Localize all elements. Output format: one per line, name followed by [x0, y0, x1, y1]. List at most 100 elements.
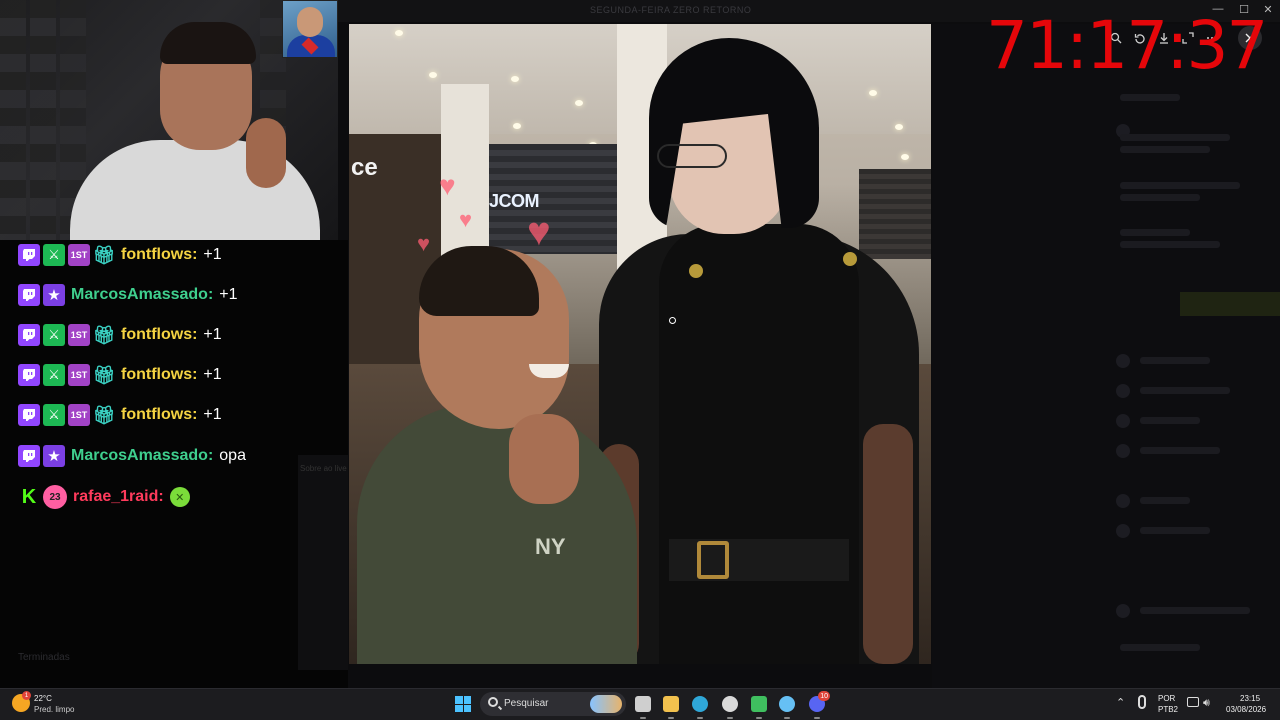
gift-badge-icon: 🎁︎: [92, 244, 116, 265]
task-view-icon: [635, 696, 651, 712]
sword-badge-icon: ⚔: [43, 324, 65, 346]
viewer-image[interactable]: ce JCOM ♥ ♥ ♥ ♥ NY: [349, 24, 931, 664]
microphone-icon[interactable]: [1138, 695, 1146, 709]
app-green-taskbar-button[interactable]: [748, 693, 770, 719]
webcam-person-hair: [160, 22, 256, 64]
keyboard-layout-indicator[interactable]: PTB2: [1158, 705, 1178, 714]
obs-icon: [722, 696, 738, 712]
running-indicator: [727, 717, 733, 719]
running-indicator: [640, 717, 646, 719]
weather-description[interactable]: Pred. limpo: [34, 705, 74, 714]
store-sign-left: ce: [351, 154, 378, 181]
network-icon[interactable]: [1187, 697, 1199, 707]
sword-badge-icon: ⚔: [43, 364, 65, 386]
running-indicator: [784, 717, 790, 719]
chat-message: ⚔ 1ST 🎁︎ fontflows: +1: [18, 322, 222, 348]
subscriber-badge-icon: 23: [43, 485, 67, 509]
chat-message: ⚔ 1ST 🎁︎ fontflows: +1: [18, 242, 222, 268]
chat-username[interactable]: fontflows:: [121, 246, 197, 264]
stream-timer: 71:17:37: [986, 7, 1268, 84]
file-explorer-taskbar-button[interactable]: [660, 693, 682, 719]
webcam-person-hand: [246, 118, 286, 188]
star-badge-icon: ★: [43, 284, 65, 306]
notification-badge: 10: [818, 691, 830, 701]
twitch-icon: [18, 284, 40, 306]
chat-message-text: +1: [203, 406, 222, 423]
store-sign-mid: JCOM: [489, 191, 540, 211]
background-bottom-label: Terminadas: [18, 652, 70, 663]
chat-message: K 23 rafae_1raid: ✕: [18, 484, 190, 510]
running-indicator: [814, 717, 820, 719]
first-badge-icon: 1ST: [68, 364, 90, 386]
chat-username[interactable]: rafae_1raid:: [73, 488, 164, 506]
language-indicator[interactable]: POR: [1158, 694, 1175, 703]
search-placeholder: Pesquisar: [504, 698, 549, 709]
edge-taskbar-button[interactable]: [689, 693, 711, 719]
nauseated-face-emote: ✕: [169, 487, 190, 507]
search-icon: [488, 697, 498, 707]
heart-icon: ♥: [527, 210, 551, 254]
webcam-feed: [0, 0, 338, 240]
first-badge-icon: 1ST: [68, 324, 90, 346]
steam-icon: [779, 696, 795, 712]
twitch-icon: [18, 404, 40, 426]
webcam-thumbnail: [282, 0, 338, 58]
chat-username[interactable]: fontflows:: [121, 406, 197, 424]
chat-message-text: +1: [219, 286, 238, 303]
heart-icon: ♥: [439, 170, 456, 201]
mouse-cursor: [669, 317, 676, 324]
weather-notification-badge: 1: [22, 691, 31, 700]
shirt-logo: NY: [535, 534, 566, 559]
gift-badge-icon: 🎁︎: [92, 324, 116, 345]
twitch-icon: [18, 364, 40, 386]
steam-taskbar-button[interactable]: [776, 693, 798, 719]
chat-username[interactable]: fontflows:: [121, 366, 197, 384]
star-badge-icon: ★: [43, 445, 65, 467]
twitch-icon: [18, 445, 40, 467]
background-ghost-text: Sobre ao live: [300, 464, 347, 473]
running-indicator: [697, 717, 703, 719]
chat-message-text: +1: [203, 366, 222, 383]
background-title: SEGUNDA-FEIRA ZERO RETORNO: [590, 5, 752, 15]
twitch-icon: [18, 244, 40, 266]
start-button[interactable]: [455, 696, 471, 712]
taskbar-search[interactable]: Pesquisar: [480, 692, 626, 716]
chat-message-text: +1: [203, 326, 222, 343]
running-indicator: [668, 717, 674, 719]
edge-icon: [692, 696, 708, 712]
search-highlight-icon: [590, 695, 622, 713]
background-ghost-panel: [298, 455, 348, 670]
chat-username[interactable]: fontflows:: [121, 326, 197, 344]
chat-message-text: +1: [203, 246, 222, 263]
running-indicator: [756, 717, 762, 719]
heart-icon: ♥: [459, 207, 473, 232]
weather-temperature[interactable]: 22°C: [34, 694, 52, 703]
sword-badge-icon: ⚔: [43, 404, 65, 426]
chat-message: ★ MarcosAmassado: +1: [18, 282, 238, 308]
background-banner: [1180, 292, 1280, 316]
background-right-panel: [932, 24, 1280, 688]
chat-username[interactable]: MarcosAmassado:: [71, 447, 213, 465]
clock-date[interactable]: 03/08/2026: [1226, 705, 1266, 714]
first-badge-icon: 1ST: [68, 404, 90, 426]
clock-time[interactable]: 23:15: [1240, 694, 1260, 703]
chat-message-text: opa: [219, 447, 246, 464]
tray-overflow-chevron-icon[interactable]: ⌃: [1116, 696, 1125, 709]
sword-badge-icon: ⚔: [43, 244, 65, 266]
heart-icon: ♥: [417, 231, 431, 256]
twitch-icon: [18, 324, 40, 346]
file-explorer-icon: [663, 696, 679, 712]
gift-badge-icon: 🎁︎: [92, 404, 116, 425]
chat-message: ★ MarcosAmassado: opa: [18, 443, 246, 469]
kick-icon: K: [21, 485, 37, 508]
chat-message: ⚔ 1ST 🎁︎ fontflows: +1: [18, 402, 222, 428]
chat-username[interactable]: MarcosAmassado:: [71, 286, 213, 304]
discord-taskbar-button[interactable]: 10: [806, 691, 830, 719]
volume-icon[interactable]: 🔊︎: [1203, 697, 1210, 710]
chat-message: ⚔ 1ST 🎁︎ fontflows: +1: [18, 362, 222, 388]
obs-taskbar-button[interactable]: [719, 693, 741, 719]
app-green-icon: [751, 696, 767, 712]
gift-badge-icon: 🎁︎: [92, 364, 116, 385]
first-badge-icon: 1ST: [68, 244, 90, 266]
task-view-taskbar-button[interactable]: [632, 693, 654, 719]
